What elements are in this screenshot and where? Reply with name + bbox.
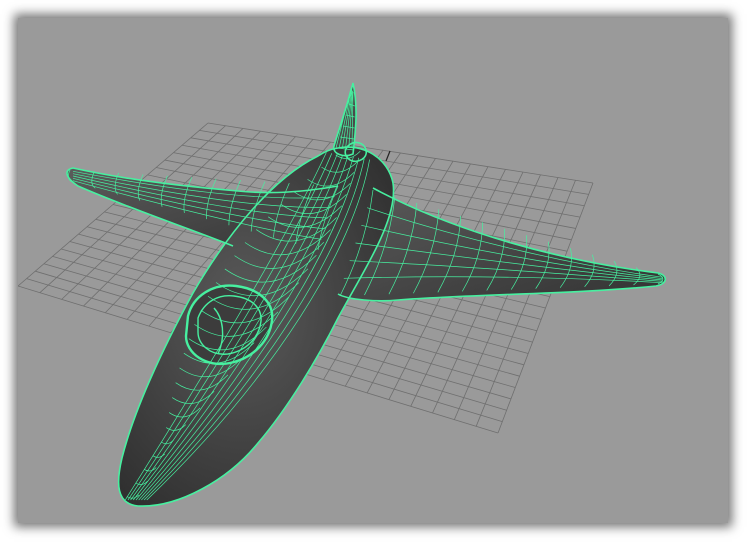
grid-line xyxy=(453,177,559,420)
aircraft-model[interactable] xyxy=(66,82,667,507)
3d-viewport[interactable] xyxy=(18,18,728,523)
screenshot-frame xyxy=(0,0,748,542)
grid-line xyxy=(497,182,594,434)
grid-line xyxy=(475,180,576,427)
pivot-marker xyxy=(385,150,391,162)
viewport-canvas[interactable] xyxy=(18,18,728,523)
